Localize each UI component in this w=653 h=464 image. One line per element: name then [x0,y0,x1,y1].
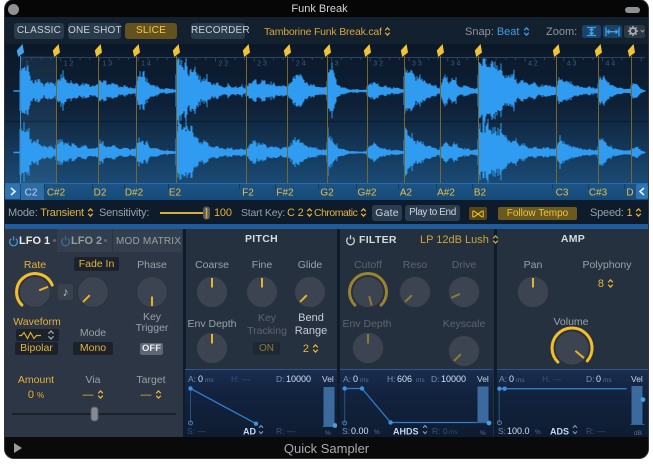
svg-text:D: D [626,188,633,199]
svg-text:C3: C3 [556,188,569,199]
svg-text:S:: S: [342,426,350,436]
svg-text:R: 0: R: 0 [432,426,448,436]
svg-text:%: % [374,429,380,436]
svg-text:Vel: Vel [631,374,643,384]
svg-text:4 4: 4 4 [606,61,616,68]
svg-text:A2: A2 [400,188,413,199]
svg-text:ms: ms [205,377,214,384]
svg-text:Vel: Vel [322,374,334,384]
svg-text:E2: E2 [169,188,182,199]
svg-text:C#2: C#2 [47,188,66,199]
svg-text:%: % [480,430,486,437]
svg-text:AHDS: AHDS [393,427,419,437]
svg-text:H: —: H: — [542,374,562,384]
svg-text:2 2: 2 2 [219,61,229,68]
svg-text:D:: D: [431,374,440,384]
svg-text:D:: D: [586,374,595,384]
svg-text:3 2: 3 2 [373,61,383,68]
svg-text:ms: ms [603,377,612,384]
svg-text:H:: H: [387,374,396,384]
svg-text:Vel: Vel [477,374,489,384]
svg-text:D:: D: [276,374,285,384]
svg-text:3 4: 3 4 [451,61,461,68]
svg-text:1 4: 1 4 [141,61,151,68]
svg-text:H: —: H: — [231,374,251,384]
svg-text:G2: G2 [320,188,334,199]
svg-text:1 3: 1 3 [102,61,112,68]
svg-text:ms: ms [516,377,525,384]
svg-text:2 4: 2 4 [296,61,306,68]
svg-text:0.00: 0.00 [351,426,369,436]
svg-text:S:: S: [498,426,506,436]
svg-text:A:: A: [188,374,196,384]
svg-text:R: —: R: — [586,426,606,436]
svg-text:10000: 10000 [441,374,466,384]
svg-text:C#3: C#3 [589,188,608,199]
svg-text:1 2: 1 2 [64,61,74,68]
svg-text:ms: ms [416,377,425,384]
svg-text:ADS: ADS [550,427,569,437]
svg-text:0: 0 [198,374,203,384]
svg-text:AD: AD [243,427,256,437]
svg-text:S: —: S: — [187,426,206,436]
svg-text:A:: A: [499,374,507,384]
svg-text:100.0: 100.0 [507,426,530,436]
svg-text:4 2: 4 2 [528,61,538,68]
svg-text:0: 0 [509,374,514,384]
svg-text:2 3: 2 3 [257,61,267,68]
svg-text:4 3: 4 3 [567,61,577,68]
svg-text:3 3: 3 3 [412,61,422,68]
svg-text:dB: dB [634,430,642,437]
svg-text:%: % [535,429,541,436]
svg-text:606: 606 [397,374,412,384]
svg-text:ms: ms [449,429,458,436]
svg-text:10000: 10000 [286,374,311,384]
svg-text:A:: A: [343,374,351,384]
svg-text:D#2: D#2 [125,188,144,199]
svg-text:B2: B2 [474,188,487,199]
svg-text:G#2: G#2 [358,188,377,199]
svg-text:A#2: A#2 [437,188,455,199]
svg-text:R: —: R: — [276,426,296,436]
svg-text:F2: F2 [242,188,254,199]
svg-text:C2: C2 [25,188,38,199]
svg-text:ms: ms [360,377,369,384]
svg-text:0: 0 [596,374,601,384]
svg-text:D2: D2 [94,188,107,199]
svg-text:3: 3 [335,61,339,68]
svg-text:0: 0 [353,374,358,384]
svg-text:F#2: F#2 [276,188,294,199]
svg-text:%: % [325,430,331,437]
